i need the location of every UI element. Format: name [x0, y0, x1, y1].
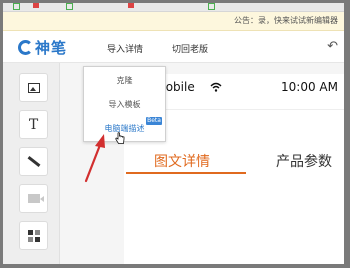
image-tool-button[interactable]	[19, 73, 48, 102]
menu-item-clone[interactable]: 克隆	[84, 75, 165, 86]
announcement-text: 公告：录，快来试试新编辑器	[234, 16, 338, 25]
top-navigation: 神笔 导入详情 切回老版 ↶	[3, 31, 344, 63]
logo-mark-icon	[18, 40, 33, 55]
back-icon[interactable]: ↶	[327, 39, 338, 54]
video-tool-button[interactable]	[19, 184, 48, 213]
line-icon	[27, 156, 40, 167]
tab-favicon	[33, 3, 39, 8]
status-time: 10:00 AM	[281, 80, 338, 94]
layout-tool-button[interactable]	[19, 221, 48, 250]
tab-product-params[interactable]: 产品参数	[276, 151, 332, 171]
line-tool-button[interactable]	[19, 147, 48, 176]
image-icon	[27, 82, 40, 93]
cursor-hand-icon	[115, 132, 125, 144]
beta-badge: Beta	[146, 117, 162, 125]
video-icon	[27, 194, 44, 203]
tab-favicon	[66, 3, 73, 10]
grid-icon	[27, 229, 40, 242]
logo[interactable]: 神笔	[18, 37, 67, 58]
tab-favicon	[128, 3, 134, 8]
import-detail-menu[interactable]: 导入详情	[107, 42, 143, 55]
active-tab-indicator	[126, 172, 246, 174]
app-window: 公告：录，快来试试新编辑器 神笔 导入详情 切回老版 ↶ T mobile 10…	[3, 3, 344, 264]
tab-favicon	[13, 3, 20, 10]
tool-sidebar: T	[3, 63, 60, 264]
wifi-icon	[210, 82, 222, 92]
switch-old-version-link[interactable]: 切回老版	[172, 42, 208, 55]
tab-graphic-detail[interactable]: 图文详情	[154, 151, 210, 171]
text-icon: T	[28, 116, 39, 133]
menu-item-import-template[interactable]: 导入模板	[84, 99, 165, 110]
import-dropdown-menu: 克隆 导入模板 电脑端描述 Beta	[83, 66, 166, 142]
text-tool-button[interactable]: T	[19, 110, 48, 139]
logo-text: 神笔	[35, 39, 68, 57]
browser-tab-strip	[3, 3, 344, 12]
announcement-bar: 公告：录，快来试试新编辑器	[3, 12, 344, 31]
tab-favicon	[208, 3, 215, 10]
